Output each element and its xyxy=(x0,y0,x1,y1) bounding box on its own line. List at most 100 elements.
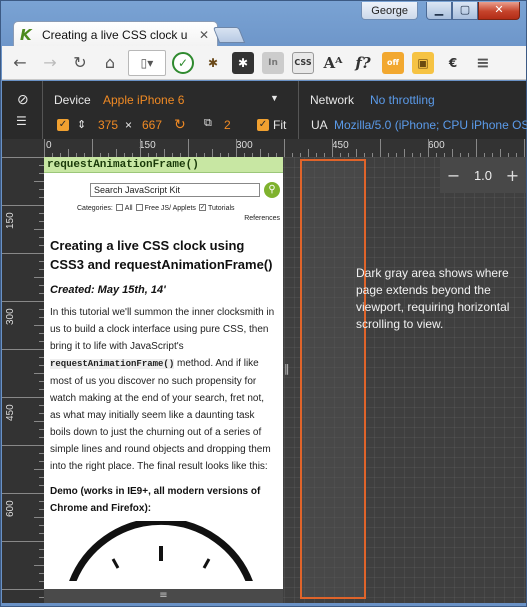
address-bar[interactable]: ▯▾ xyxy=(128,49,166,76)
profile-user-badge[interactable]: George xyxy=(361,2,418,20)
maximize-button[interactable]: ▢ xyxy=(452,2,478,20)
zoom-level: 1.0 xyxy=(473,167,493,183)
ruler-tick xyxy=(404,149,405,157)
evernote-extension-icon[interactable]: ✓ xyxy=(172,51,194,74)
fit-checkbox[interactable]: ✓ xyxy=(257,119,269,131)
new-tab-button[interactable] xyxy=(212,27,246,43)
free-applets-checkbox[interactable] xyxy=(135,204,143,211)
linkedin-extension-icon[interactable]: In xyxy=(262,51,284,74)
device-select[interactable]: Apple iPhone 6 xyxy=(103,93,184,107)
article-date: Created: May 15th, 14' xyxy=(50,284,166,296)
ruler-tick xyxy=(500,149,501,157)
article-title: Creating a live CSS clock using CSS3 and… xyxy=(50,238,273,272)
ruler-tick xyxy=(140,139,141,157)
minimize-button[interactable]: ▁ xyxy=(426,2,452,20)
ua-label: UA xyxy=(311,118,328,132)
window-controls: George ▁ ▢ ✕ xyxy=(361,1,520,21)
viewport-resize-handle-bottom[interactable]: ≡ xyxy=(44,589,283,603)
ruler-tick xyxy=(34,565,44,566)
menu-icon[interactable]: ≡ xyxy=(472,52,494,74)
all-label: All xyxy=(124,205,133,212)
ruler-tick xyxy=(2,205,44,206)
ruler-label: 150 xyxy=(5,212,16,229)
forward-arrow-icon[interactable]: → xyxy=(38,51,62,75)
demo-heading: Demo (works in IE9+, all modern versions… xyxy=(50,486,261,514)
dimension-separator: × xyxy=(125,118,133,132)
ruler-corner xyxy=(2,139,44,157)
rotate-icon[interactable]: ↻ xyxy=(174,116,186,133)
network-label: Network xyxy=(310,93,355,107)
ruler-tick xyxy=(188,139,189,157)
back-arrow-icon[interactable]: ← xyxy=(8,51,32,75)
search-input[interactable]: Search JavaScript Kit xyxy=(90,183,260,197)
ruler-tick xyxy=(308,149,309,157)
page-banner: requestAnimationFrame() xyxy=(44,157,283,173)
lock-extension-icon[interactable]: ▣ xyxy=(412,51,434,74)
browser-tab[interactable]: 𝙆 Creating a live CSS clock u ✕ xyxy=(13,21,218,47)
home-icon[interactable]: ⌂ xyxy=(98,51,122,75)
clock-demo-image xyxy=(69,521,253,581)
ruler-tick xyxy=(34,181,44,182)
css-extension-icon[interactable]: CSS xyxy=(292,51,314,74)
disable-emulation-icon[interactable]: ⊘ xyxy=(17,91,29,108)
emulated-viewport[interactable]: requestAnimationFrame() Search JavaScrip… xyxy=(44,157,283,589)
ruler-label: 450 xyxy=(332,140,349,151)
zoom-in-button[interactable]: + xyxy=(506,166,519,185)
browser-window: George ▁ ▢ ✕ 𝙆 Creating a live CSS clock… xyxy=(0,0,527,607)
height-input[interactable]: 667 xyxy=(142,118,162,132)
ruler-tick xyxy=(260,149,261,157)
ruler-tick xyxy=(164,149,165,157)
ec-extension-icon[interactable]: € xyxy=(442,52,464,74)
network-select[interactable]: No throttling xyxy=(370,93,435,107)
page-icon: ▯▾ xyxy=(140,55,154,70)
viewport-resize-handle-right[interactable]: ‖ xyxy=(284,362,294,382)
tutorials-label: Tutorials xyxy=(207,205,235,212)
user-agent-input[interactable]: Mozilla/5.0 (iPhone; CPU iPhone OS xyxy=(334,118,527,132)
tutorials-checkbox[interactable]: ✓ xyxy=(198,204,206,211)
maximize-icon: ▢ xyxy=(459,3,471,16)
ruler-tick xyxy=(34,325,44,326)
width-input[interactable]: 375 xyxy=(98,118,118,132)
close-icon: ✕ xyxy=(494,3,504,16)
swap-dimensions-icon[interactable]: ⇕ xyxy=(77,118,86,131)
ruler-label: 150 xyxy=(139,140,156,151)
ruler-label: 600 xyxy=(5,500,16,517)
paragraph-text: In this tutorial we'll summon the inner … xyxy=(50,307,275,352)
all-checkbox[interactable] xyxy=(115,204,123,211)
vertical-ruler: 150 300 450 600 xyxy=(2,157,44,603)
browser-toolbar: ← → ↻ ⌂ ▯▾ ✓ ✱ ✱ In CSS Aᴬ f? off ▣ € ≡ xyxy=(2,46,526,80)
article-paragraph: In this tutorial we'll summon the inner … xyxy=(50,304,277,475)
zoom-out-button[interactable]: − xyxy=(447,166,460,185)
ruler-label: 300 xyxy=(5,308,16,325)
tab-title: Creating a live CSS clock u xyxy=(42,27,188,42)
ruler-tick xyxy=(34,421,44,422)
zoom-control: − 1.0 + xyxy=(440,157,526,193)
device-emulation-bar: ⊘ ☰ Device Apple iPhone 6 ▼ ✓ ⇕ 375 × 66… xyxy=(2,81,527,139)
article: Creating a live CSS clock using CSS3 and… xyxy=(44,236,283,581)
ruler-tick xyxy=(356,149,357,157)
asterisk-extension-icon[interactable]: ✱ xyxy=(232,51,254,74)
ruler-tick xyxy=(476,139,477,157)
search-button[interactable]: ⚲ xyxy=(264,182,280,198)
tab-close-icon[interactable]: ✕ xyxy=(197,28,211,42)
bug-extension-icon[interactable]: ✱ xyxy=(202,52,224,74)
chevron-down-icon[interactable]: ▼ xyxy=(270,93,279,103)
ruler-label: 450 xyxy=(5,404,16,421)
ruler-tick xyxy=(34,373,44,374)
reload-icon[interactable]: ↻ xyxy=(68,51,92,75)
ruler-tick xyxy=(116,149,117,157)
resolution-checkbox[interactable]: ✓ xyxy=(57,119,69,131)
ruler-tick xyxy=(332,139,333,157)
close-window-button[interactable]: ✕ xyxy=(478,2,520,20)
font-size-icon[interactable]: Aᴬ xyxy=(322,52,344,74)
emulation-canvas: − 1.0 + Dark gray area shows where page … xyxy=(44,157,526,603)
device-scale-input[interactable]: 2 xyxy=(224,118,231,132)
off-extension-icon[interactable]: off xyxy=(382,51,404,74)
ruler-tick xyxy=(92,139,93,157)
scale-icon: ⧉ xyxy=(204,117,212,129)
minimize-icon: ▁ xyxy=(434,3,444,16)
emulation-menu-icon[interactable]: ☰ xyxy=(16,114,27,128)
overflow-annotation: Dark gray area shows where page extends … xyxy=(356,266,510,331)
ruler-tick xyxy=(428,139,429,157)
function-icon[interactable]: f? xyxy=(352,52,374,74)
